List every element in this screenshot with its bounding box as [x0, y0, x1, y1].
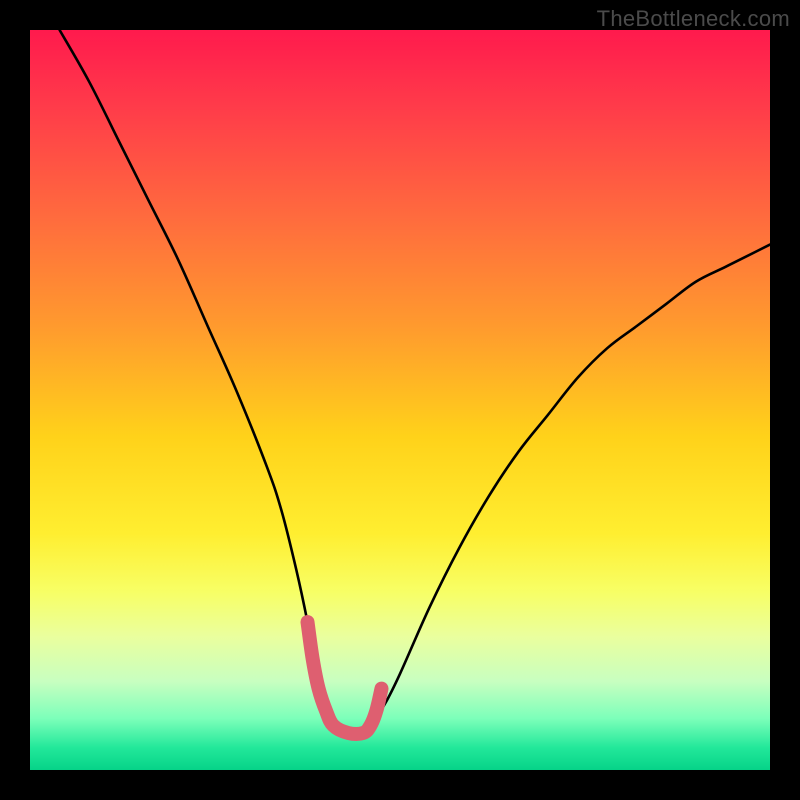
chart-plot-area [30, 30, 770, 770]
bottleneck-curve [60, 30, 770, 734]
chart-svg [30, 30, 770, 770]
chart-frame: TheBottleneck.com [0, 0, 800, 800]
watermark-text: TheBottleneck.com [597, 6, 790, 32]
optimal-zone-marker [308, 622, 382, 734]
